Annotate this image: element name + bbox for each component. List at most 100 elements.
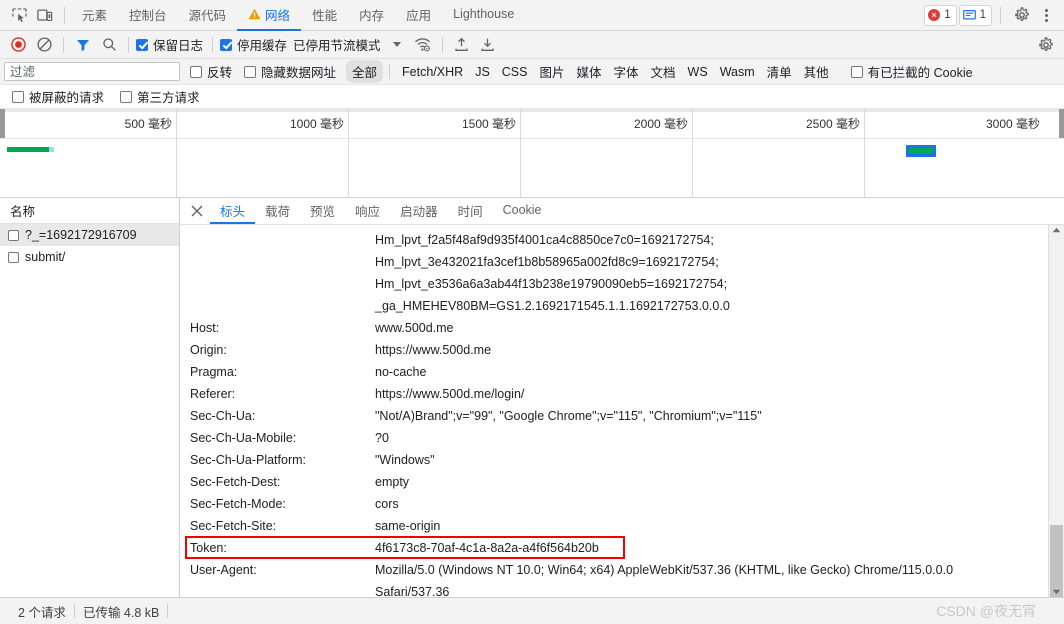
tab-initiator[interactable]: 启动器 — [390, 198, 448, 224]
filter-type-ws[interactable]: WS — [682, 63, 714, 81]
header-value[interactable]: Hm_lpvt_e3536a6a3ab44f13b238e19790090eb5… — [375, 273, 727, 295]
toolbar-divider — [64, 6, 65, 24]
tab-preview[interactable]: 预览 — [300, 198, 345, 224]
tab-lighthouse[interactable]: Lighthouse — [442, 0, 525, 31]
header-value[interactable]: "Windows" — [375, 449, 435, 471]
header-row-pragma: Pragma: no-cache — [180, 361, 1048, 383]
tab-network[interactable]: 网络 — [237, 0, 302, 31]
tab-payload[interactable]: 载荷 — [255, 198, 300, 224]
preserve-log-checkbox[interactable]: 保留日志 — [136, 35, 205, 54]
filter-type-fetch-xhr[interactable]: Fetch/XHR — [396, 63, 469, 81]
tab-timing[interactable]: 时间 — [448, 198, 493, 224]
header-value[interactable]: empty — [375, 471, 409, 493]
tab-performance[interactable]: 性能 — [301, 0, 348, 31]
header-value[interactable]: 4f6173c8-70af-4c1a-8a2a-a4f6f564b20b — [375, 537, 599, 559]
disable-cache-checkbox[interactable]: 停用缓存 — [220, 35, 289, 54]
tab-memory[interactable]: 内存 — [348, 0, 395, 31]
header-value[interactable]: _ga_HMEHEV80BM=GS1.2.1692171545.1.1.1692… — [375, 295, 730, 317]
close-icon[interactable] — [184, 198, 210, 224]
header-value[interactable]: "Not/A)Brand";v="99", "Google Chrome";v=… — [375, 405, 762, 427]
request-row-2[interactable]: submit/ — [0, 246, 179, 268]
tab-sources[interactable]: 源代码 — [178, 0, 238, 31]
network-conditions-icon[interactable] — [411, 33, 435, 57]
request-list-header-name[interactable]: 名称 — [0, 198, 179, 224]
record-button[interactable] — [6, 33, 30, 57]
tab-label: Lighthouse — [453, 7, 515, 21]
header-value[interactable]: ?0 — [375, 427, 389, 449]
header-value[interactable]: Hm_lpvt_3e432021fa3cef1b8b58965a002fd8c9… — [375, 251, 719, 273]
filter-type-js[interactable]: JS — [469, 63, 496, 81]
checkbox-box — [190, 65, 202, 78]
more-options-icon[interactable] — [1037, 8, 1056, 22]
throttling-value[interactable]: 已停用节流模式 — [291, 35, 383, 54]
gear-icon[interactable] — [1009, 2, 1035, 28]
overview-grid-line — [176, 109, 177, 197]
filter-type-other[interactable]: 其他 — [798, 60, 835, 83]
filter-input[interactable] — [4, 62, 180, 81]
resource-type-filters: 反转 隐藏数据网址 全部 Fetch/XHR JS CSS 图片 媒体 字体 文… — [190, 60, 975, 83]
header-value[interactable]: Mozilla/5.0 (Windows NT 10.0; Win64; x64… — [375, 559, 953, 581]
scrollbar-thumb[interactable] — [1050, 525, 1063, 597]
scroll-up-arrow-icon[interactable] — [1049, 227, 1064, 233]
request-checkbox[interactable] — [8, 229, 19, 241]
tab-cookies[interactable]: Cookie — [493, 198, 552, 224]
header-name: Sec-Ch-Ua-Mobile: — [190, 431, 297, 445]
filter-type-doc[interactable]: 文档 — [645, 60, 682, 83]
filter-type-media[interactable]: 媒体 — [571, 60, 608, 83]
tab-headers[interactable]: 标头 — [210, 198, 256, 224]
filter-toggle[interactable] — [71, 33, 95, 57]
header-value[interactable]: no-cache — [375, 361, 426, 383]
overview-tick-500: 500 毫秒 — [124, 117, 172, 131]
blocked-cookies-checkbox[interactable]: 有已拦截的 Cookie — [850, 62, 975, 81]
blocked-requests-label: 被屏蔽的请求 — [29, 91, 105, 105]
chevron-down-icon[interactable] — [385, 33, 409, 57]
header-name: Host: — [190, 321, 220, 335]
filter-type-all[interactable]: 全部 — [346, 60, 384, 83]
header-value[interactable]: https://www.500d.me/login/ — [375, 383, 524, 405]
scroll-down-arrow-icon[interactable] — [1049, 589, 1064, 595]
filter-type-manifest[interactable]: 清单 — [761, 60, 798, 83]
network-overview-timeline[interactable]: 500 毫秒 1000 毫秒 1500 毫秒 2000 毫秒 2500 毫秒 3… — [0, 109, 1064, 198]
header-row: _ga_HMEHEV80BM=GS1.2.1692171545.1.1.1692… — [180, 295, 1048, 317]
header-value[interactable]: www.500d.me — [375, 317, 454, 339]
request-row-1[interactable]: ?_=1692172916709 — [0, 224, 179, 246]
clear-button[interactable] — [32, 33, 56, 57]
tab-elements[interactable]: 元素 — [71, 0, 118, 31]
header-row-sec-ch-ua: Sec-Ch-Ua: "Not/A)Brand";v="99", "Google… — [180, 405, 1048, 427]
tab-label: 启动器 — [400, 204, 438, 219]
network-settings-gear-icon[interactable] — [1034, 33, 1058, 57]
import-har-icon[interactable] — [450, 33, 474, 57]
tab-label: 性能 — [312, 8, 338, 23]
export-har-icon[interactable] — [476, 33, 500, 57]
overview-grid-line — [520, 109, 521, 197]
header-value[interactable]: cors — [375, 493, 399, 515]
filter-type-wasm[interactable]: Wasm — [714, 63, 761, 81]
header-value[interactable]: Safari/537.36 — [375, 581, 449, 597]
header-value[interactable]: https://www.500d.me — [375, 339, 491, 361]
overview-left-handle[interactable] — [0, 109, 5, 138]
filter-type-font[interactable]: 字体 — [608, 60, 645, 83]
hide-data-urls-checkbox[interactable]: 隐藏数据网址 — [244, 62, 338, 81]
filter-type-css[interactable]: CSS — [496, 63, 534, 81]
blocked-requests-checkbox[interactable]: 被屏蔽的请求 — [12, 87, 106, 106]
overview-tick-3000: 3000 毫秒 — [985, 117, 1040, 131]
header-row-origin: Origin: https://www.500d.me — [180, 339, 1048, 361]
header-value[interactable]: Hm_lpvt_f2a5f48af9d935f4001ca4c8850ce7c0… — [375, 229, 714, 251]
overview-top-bar — [0, 109, 1064, 112]
detail-vertical-scrollbar[interactable] — [1048, 225, 1064, 597]
third-party-requests-checkbox[interactable]: 第三方请求 — [120, 87, 202, 106]
tab-response[interactable]: 响应 — [345, 198, 390, 224]
invert-checkbox[interactable]: 反转 — [190, 62, 234, 81]
filter-type-img[interactable]: 图片 — [533, 60, 570, 83]
error-count-badge[interactable]: × 1 — [924, 4, 957, 26]
header-value[interactable]: same-origin — [375, 515, 440, 537]
overview-right-handle[interactable] — [1059, 109, 1064, 138]
inspect-element-icon[interactable] — [6, 2, 32, 28]
search-icon[interactable] — [97, 33, 121, 57]
header-name: Sec-Fetch-Site: — [190, 519, 277, 533]
request-checkbox[interactable] — [8, 251, 19, 263]
tab-application[interactable]: 应用 — [395, 0, 442, 31]
message-count-badge[interactable]: 1 — [958, 4, 992, 26]
tab-console[interactable]: 控制台 — [118, 0, 178, 31]
device-toolbar-icon[interactable] — [32, 2, 58, 28]
